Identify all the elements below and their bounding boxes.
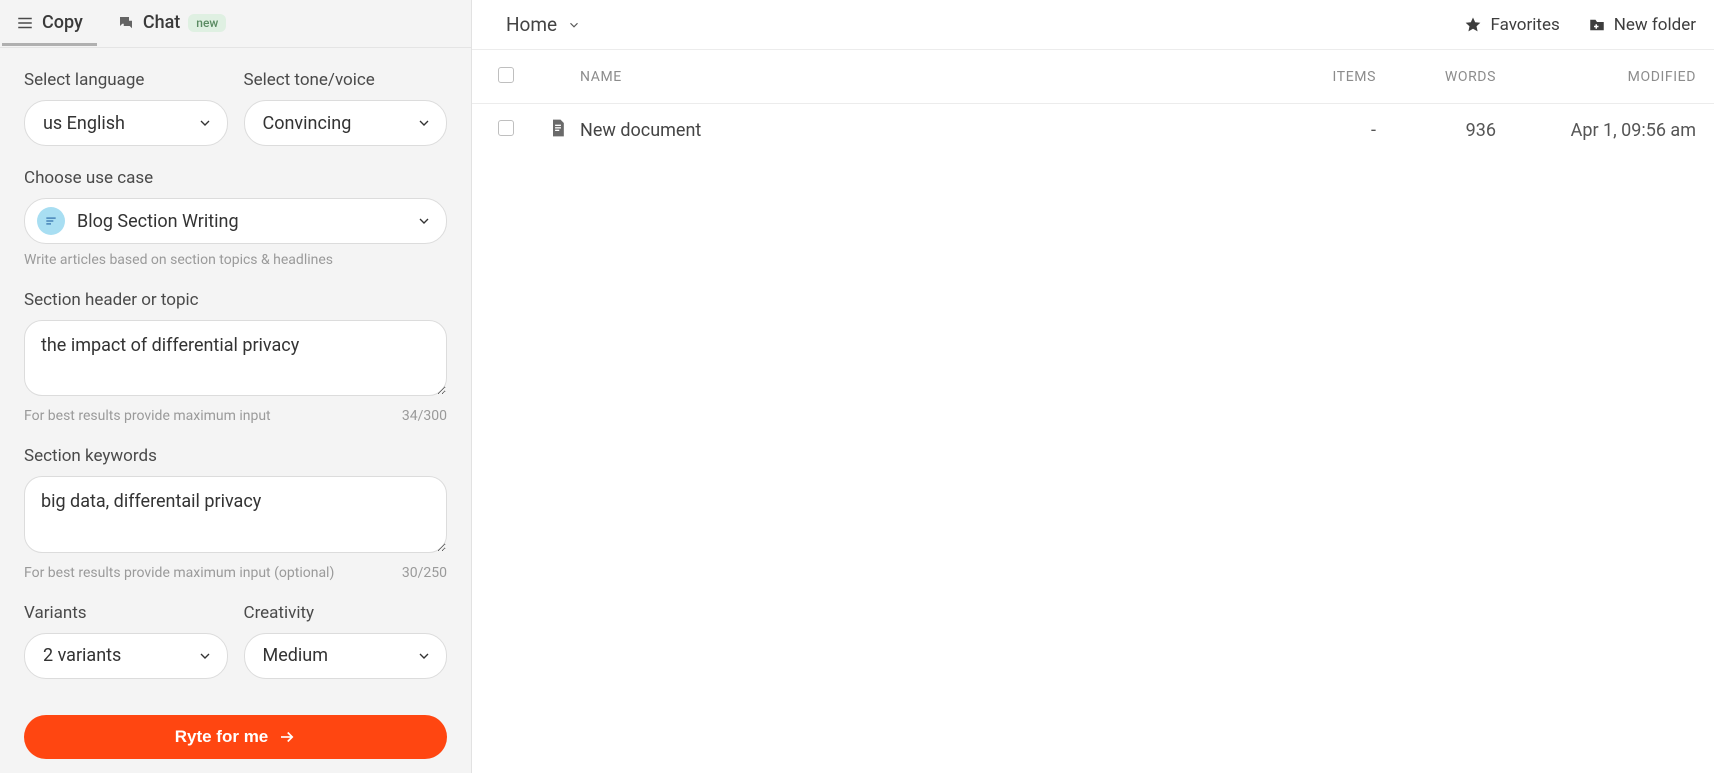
top-bar: Home Favorites New folder <box>472 0 1714 50</box>
tab-copy[interactable]: Copy <box>10 2 89 45</box>
section-header-counter: 34/300 <box>402 408 447 424</box>
usecase-hint: Write articles based on section topics &… <box>24 252 447 268</box>
row-modified: Apr 1, 09:56 am <box>1496 120 1696 141</box>
table-row[interactable]: New document - 936 Apr 1, 09:56 am <box>472 104 1714 156</box>
main-panel: Home Favorites New folder NAME ITEMS WOR… <box>472 0 1714 773</box>
creativity-value: Medium <box>263 645 329 666</box>
chevron-down-icon <box>197 115 213 131</box>
section-keywords-input[interactable] <box>24 476 447 552</box>
creativity-select[interactable]: Medium <box>244 633 448 679</box>
section-keywords-counter: 30/250 <box>402 565 447 581</box>
tab-copy-label: Copy <box>42 12 83 33</box>
usecase-value: Blog Section Writing <box>77 211 239 232</box>
chevron-down-icon <box>567 18 581 32</box>
chevron-down-icon <box>416 115 432 131</box>
favorites-button[interactable]: Favorites <box>1464 15 1559 35</box>
chat-icon <box>117 14 135 32</box>
row-name: New document <box>580 120 1256 141</box>
new-folder-label: New folder <box>1614 15 1696 35</box>
star-icon <box>1464 16 1482 34</box>
col-words-header: WORDS <box>1376 69 1496 85</box>
language-select[interactable]: us English <box>24 100 228 146</box>
variants-label: Variants <box>24 603 228 623</box>
menu-icon <box>16 14 34 32</box>
col-modified-header: MODIFIED <box>1496 69 1696 85</box>
folder-plus-icon <box>1588 16 1606 34</box>
breadcrumb-home[interactable]: Home <box>506 13 581 36</box>
language-label: Select language <box>24 70 228 90</box>
tab-chat[interactable]: Chat new <box>111 2 232 45</box>
chevron-down-icon <box>416 213 432 229</box>
chevron-down-icon <box>197 648 213 664</box>
list-header: NAME ITEMS WORDS MODIFIED <box>472 50 1714 104</box>
variants-select[interactable]: 2 variants <box>24 633 228 679</box>
section-keywords-label: Section keywords <box>24 446 447 466</box>
row-items: - <box>1256 120 1376 141</box>
usecase-select[interactable]: Blog Section Writing <box>24 198 447 244</box>
sidebar: Copy Chat new Select language us English <box>0 0 472 773</box>
section-keywords-hint: For best results provide maximum input (… <box>24 565 334 581</box>
ryte-for-me-button[interactable]: Ryte for me <box>24 715 447 759</box>
usecase-label: Choose use case <box>24 168 447 188</box>
new-folder-button[interactable]: New folder <box>1588 15 1696 35</box>
tab-chat-label: Chat <box>143 12 180 33</box>
variants-value: 2 variants <box>43 645 121 666</box>
arrow-right-icon <box>278 728 296 746</box>
row-checkbox[interactable] <box>498 120 514 136</box>
chevron-down-icon <box>416 648 432 664</box>
section-header-input[interactable] <box>24 320 447 396</box>
section-header-hint: For best results provide maximum input <box>24 408 271 424</box>
favorites-label: Favorites <box>1490 15 1559 35</box>
document-icon <box>548 118 568 138</box>
usecase-icon <box>37 207 65 235</box>
col-items-header: ITEMS <box>1256 69 1376 85</box>
tone-label: Select tone/voice <box>244 70 448 90</box>
col-name-header: NAME <box>580 69 1256 85</box>
creativity-label: Creativity <box>244 603 448 623</box>
breadcrumb-label: Home <box>506 13 557 36</box>
select-all-checkbox[interactable] <box>498 67 514 83</box>
row-words: 936 <box>1376 120 1496 141</box>
sidebar-tabs: Copy Chat new <box>0 0 471 48</box>
tone-select[interactable]: Convincing <box>244 100 448 146</box>
tone-value: Convincing <box>263 113 352 134</box>
cta-label: Ryte for me <box>175 727 269 747</box>
language-value: us English <box>43 113 125 134</box>
section-header-label: Section header or topic <box>24 290 447 310</box>
new-badge: new <box>188 14 226 32</box>
